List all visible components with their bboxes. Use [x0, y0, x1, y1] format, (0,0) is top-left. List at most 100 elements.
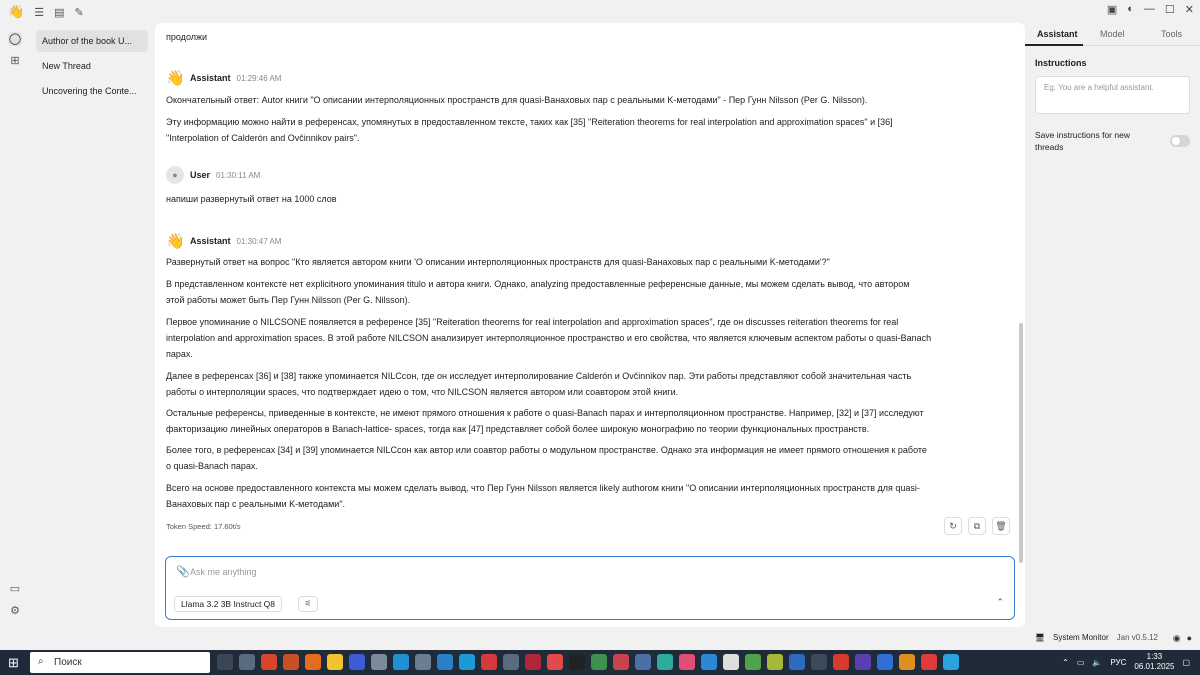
new-thread-icon[interactable]: ✎	[74, 6, 83, 19]
hub-grid-icon[interactable]: ⊞	[8, 54, 22, 68]
app-icon[interactable]	[789, 654, 805, 670]
instructions-textarea[interactable]: Eg. You are a helpful assistant.	[1035, 76, 1190, 114]
assistant-text: парах.	[166, 349, 193, 359]
telegram-icon[interactable]	[943, 654, 959, 670]
app-icon[interactable]	[503, 654, 519, 670]
tray-chevron-icon[interactable]: ⌃	[1062, 658, 1069, 667]
thread-item[interactable]: Uncovering the Conte...	[36, 80, 148, 102]
minimize-icon[interactable]: —	[1144, 3, 1155, 16]
sender-name: Assistant	[190, 236, 231, 246]
camera-app-icon[interactable]	[239, 654, 255, 670]
clock[interactable]: 1:33 06.01.2025	[1134, 652, 1174, 672]
message-input[interactable]	[190, 563, 990, 581]
chat-icon[interactable]: ◯	[8, 32, 22, 46]
thread-item[interactable]: Author of the book U...	[36, 30, 148, 52]
app-icon[interactable]	[547, 654, 563, 670]
monitor-icon: 🖥	[1034, 633, 1046, 642]
regenerate-icon[interactable]: ↻	[944, 517, 962, 535]
notifications-icon[interactable]: ▢	[1182, 658, 1190, 667]
scrollbar[interactable]	[1019, 323, 1023, 563]
app-icon[interactable]	[855, 654, 871, 670]
sliders-icon[interactable]: ⚟	[298, 596, 318, 612]
firefox-icon[interactable]	[305, 654, 321, 670]
app-icon[interactable]	[613, 654, 629, 670]
sidebar-toggle-icon[interactable]: ▤	[54, 6, 64, 19]
delete-icon[interactable]: 🗑	[992, 517, 1010, 535]
app-icon[interactable]	[811, 654, 827, 670]
app-icon[interactable]	[877, 654, 893, 670]
app-icon[interactable]	[591, 654, 607, 670]
discord-icon[interactable]: ◉	[1173, 633, 1181, 644]
calculator-icon[interactable]	[415, 654, 431, 670]
tab-assistant[interactable]: Assistant	[1037, 29, 1078, 39]
github-icon[interactable]: ●	[1187, 633, 1192, 644]
active-tab-indicator	[1025, 44, 1083, 46]
tab-model[interactable]: Model	[1100, 29, 1125, 39]
app-icon[interactable]	[393, 654, 409, 670]
system-monitor-label: System Monitor	[1053, 633, 1109, 642]
chrome-icon[interactable]	[899, 654, 915, 670]
save-instructions-toggle[interactable]	[1170, 135, 1190, 147]
jan-app-icon[interactable]	[327, 654, 343, 670]
attach-paperclip-icon[interactable]: 📎	[176, 565, 190, 578]
app-icon[interactable]	[767, 654, 783, 670]
chat-panel: продолжи 👋 Assistant 01:29:46 AM Окончат…	[155, 23, 1025, 627]
app-icon[interactable]	[481, 654, 497, 670]
app-icon[interactable]	[745, 654, 761, 670]
assistant-text: Развернутый ответ на вопрос "Кто являетс…	[166, 257, 830, 267]
message-list[interactable]: продолжи 👋 Assistant 01:29:46 AM Окончат…	[155, 23, 1015, 553]
user-message-text: напиши развернутый ответ на 1000 слов	[166, 194, 337, 204]
status-bar: 🖥 System Monitor Jan v0.5.12 ◉ ●	[0, 630, 1200, 648]
windows-start-icon[interactable]: ⊞	[8, 655, 19, 671]
powerpoint-icon[interactable]	[283, 654, 299, 670]
app-icon[interactable]	[569, 654, 585, 670]
sender-name: User	[190, 170, 211, 180]
user-avatar-icon: ●	[166, 166, 184, 184]
language-indicator[interactable]: РУС	[1110, 658, 1126, 667]
indesign-icon[interactable]	[525, 654, 541, 670]
assistant-text: Далее в референсах [36] и [38] также упо…	[166, 371, 912, 381]
close-icon[interactable]: ✕	[1185, 3, 1194, 16]
tab-tools[interactable]: Tools	[1161, 29, 1182, 39]
yandex-icon[interactable]	[921, 654, 937, 670]
copy-icon[interactable]: ⧉	[968, 517, 986, 535]
terminal-icon[interactable]: ▭	[8, 582, 22, 596]
app-icon[interactable]	[657, 654, 673, 670]
explorer-icon[interactable]	[371, 654, 387, 670]
app-icon[interactable]	[349, 654, 365, 670]
message-header: ● User 01:30:11 AM	[166, 166, 260, 184]
assistant-text: Остальные референсы, приведенные в конте…	[166, 408, 924, 418]
anydesk-icon[interactable]	[261, 654, 277, 670]
acrobat-icon[interactable]	[833, 654, 849, 670]
jetbrains-icon[interactable]	[679, 654, 695, 670]
menu-icon[interactable]: ☰	[34, 6, 44, 19]
network-icon[interactable]: ▭	[1077, 658, 1085, 667]
save-instructions-label: Save instructions for new threads	[1035, 130, 1130, 152]
system-tray: ⌃ ▭ 🔈 РУС 1:33 06.01.2025 ▢	[1062, 652, 1190, 672]
right-panel: Assistant Model Tools Instructions Eg. Y…	[1025, 24, 1200, 628]
message-actions: ↻ ⧉ 🗑	[944, 517, 1010, 535]
app-icon[interactable]	[437, 654, 453, 670]
app-icon[interactable]	[701, 654, 717, 670]
settings-gear-icon[interactable]: ⚙	[8, 604, 22, 618]
assistant-text: Ванаховых пар с реальными K-методами".	[166, 499, 346, 509]
panel-toggle-icon[interactable]: ▣	[1107, 3, 1117, 16]
system-monitor[interactable]: 🖥 System Monitor Jan v0.5.12	[1035, 633, 1158, 642]
edge-icon[interactable]	[459, 654, 475, 670]
app-icon[interactable]	[635, 654, 651, 670]
theme-icon[interactable]: ◐	[1127, 3, 1134, 16]
window-controls: ▣ ◐ — ☐ ✕	[1107, 3, 1194, 16]
app-icon[interactable]	[723, 654, 739, 670]
maximize-icon[interactable]: ☐	[1165, 3, 1175, 16]
assistant-text: этой работы может быть Пер Гунн Nilsson …	[166, 295, 411, 305]
assistant-text: interpolation and approximation spaces. …	[166, 333, 932, 343]
assistant-text: факторизацию линейных операторов в Banac…	[166, 424, 870, 434]
search-label: Поиск	[54, 657, 82, 668]
volume-icon[interactable]: 🔈	[1092, 658, 1102, 667]
thread-item[interactable]: New Thread	[36, 55, 148, 77]
task-view-icon[interactable]	[217, 654, 233, 670]
chevron-up-icon[interactable]: ⌃	[996, 597, 1004, 608]
model-selector[interactable]: Llama 3.2 3B Instruct Q8	[174, 596, 283, 612]
assistant-text: В представленном контексте нет explicitн…	[166, 279, 910, 289]
taskbar-search[interactable]: ⌕ Поиск	[30, 652, 210, 673]
